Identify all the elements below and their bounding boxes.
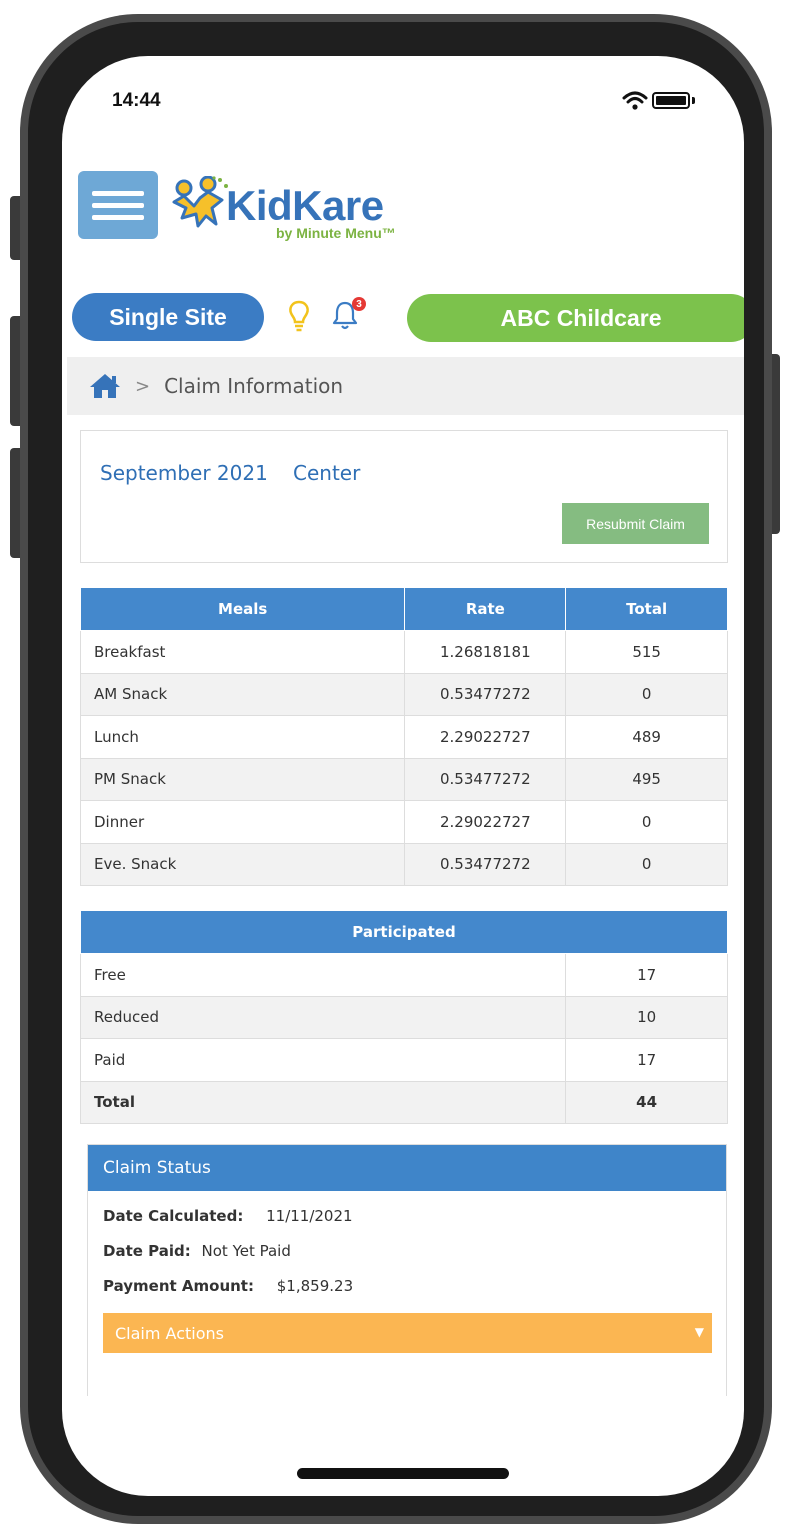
caret-down-icon: ▼ bbox=[694, 1325, 704, 1339]
participation-table-header: Participated bbox=[80, 910, 728, 954]
breadcrumb-separator: > bbox=[135, 375, 151, 397]
claim-type: Center bbox=[293, 461, 361, 485]
date-calculated-row: Date Calculated: 11/11/2021 bbox=[103, 1207, 353, 1225]
meal-rate: 2.29022727 bbox=[404, 715, 567, 759]
date-paid-label: Date Paid: bbox=[103, 1242, 191, 1260]
table-row: Breakfast 1.26818181 515 bbox=[79, 630, 728, 674]
claim-header-card: September 2021 Center Resubmit Claim bbox=[80, 430, 728, 563]
battery-icon bbox=[652, 92, 690, 109]
table-row: Paid 17 bbox=[79, 1038, 728, 1082]
column-header-meals: Meals bbox=[79, 587, 406, 631]
participation-category: Free bbox=[79, 953, 567, 997]
table-row: Reduced 10 bbox=[79, 995, 728, 1039]
claim-actions-dropdown[interactable]: Claim Actions ▼ bbox=[103, 1313, 712, 1353]
claim-status-title: Claim Status bbox=[88, 1145, 726, 1191]
status-time: 14:44 bbox=[112, 90, 161, 111]
phone-frame: 14:44 KidKare by Minute Menu™ Single Sit… bbox=[20, 14, 772, 1524]
date-calculated-label: Date Calculated: bbox=[103, 1207, 244, 1225]
participation-table: Participated Free 17 Reduced 10 Paid 17 … bbox=[79, 910, 728, 1124]
table-row: Lunch 2.29022727 489 bbox=[79, 715, 728, 759]
hamburger-menu-icon bbox=[92, 191, 144, 196]
participation-category: Paid bbox=[79, 1038, 567, 1082]
logo-tagline: by Minute Menu™ bbox=[276, 225, 396, 241]
battery-tip bbox=[692, 97, 695, 104]
meal-total: 515 bbox=[565, 630, 728, 674]
meal-name: AM Snack bbox=[79, 672, 406, 716]
center-selector-button[interactable]: ABC Childcare bbox=[407, 294, 744, 342]
meal-rate: 2.29022727 bbox=[404, 800, 567, 844]
meals-table: Meals Rate Total Breakfast 1.26818181 51… bbox=[79, 587, 728, 886]
date-paid-value: Not Yet Paid bbox=[201, 1242, 291, 1260]
meal-name: Lunch bbox=[79, 715, 406, 759]
participation-total-row: Total 44 bbox=[79, 1080, 728, 1124]
meals-table-header: Meals Rate Total bbox=[79, 587, 728, 631]
home-indicator[interactable] bbox=[297, 1468, 509, 1479]
date-paid-row: Date Paid: Not Yet Paid bbox=[103, 1242, 291, 1260]
meal-name: PM Snack bbox=[79, 757, 406, 801]
table-row: Eve. Snack 0.53477272 0 bbox=[79, 842, 728, 886]
column-header-rate: Rate bbox=[404, 587, 567, 631]
menu-button[interactable] bbox=[78, 171, 158, 239]
date-calculated-value: 11/11/2021 bbox=[266, 1207, 353, 1225]
table-row: PM Snack 0.53477272 495 bbox=[79, 757, 728, 801]
participation-count: 10 bbox=[565, 995, 728, 1039]
meal-total: 489 bbox=[565, 715, 728, 759]
lightbulb-icon[interactable] bbox=[288, 300, 310, 332]
meal-name: Eve. Snack bbox=[79, 842, 406, 886]
column-header-total: Total bbox=[565, 587, 728, 631]
meal-total: 0 bbox=[565, 800, 728, 844]
claim-status-panel: Claim Status Date Calculated: 11/11/2021… bbox=[87, 1144, 727, 1396]
home-icon[interactable] bbox=[89, 373, 121, 399]
meal-total: 0 bbox=[565, 842, 728, 886]
table-row: Dinner 2.29022727 0 bbox=[79, 800, 728, 844]
logo-kids-icon bbox=[172, 176, 228, 228]
meal-name: Dinner bbox=[79, 800, 406, 844]
meal-rate: 0.53477272 bbox=[404, 757, 567, 801]
claim-month: September 2021 bbox=[100, 461, 268, 485]
meal-rate: 0.53477272 bbox=[404, 842, 567, 886]
breadcrumb: > Claim Information bbox=[67, 357, 744, 415]
payment-amount-row: Payment Amount: $1,859.23 bbox=[103, 1277, 353, 1295]
kidkare-logo: KidKare by Minute Menu™ bbox=[170, 170, 410, 242]
hamburger-menu-icon-bar bbox=[92, 203, 144, 208]
meal-rate: 1.26818181 bbox=[404, 630, 567, 674]
meal-name: Breakfast bbox=[79, 630, 406, 674]
wifi-icon bbox=[622, 91, 648, 110]
resubmit-claim-button[interactable]: Resubmit Claim bbox=[562, 503, 709, 544]
site-selector-button[interactable]: Single Site bbox=[72, 293, 264, 341]
meal-total: 495 bbox=[565, 757, 728, 801]
participation-category: Reduced bbox=[79, 995, 567, 1039]
notification-badge: 3 bbox=[352, 297, 366, 311]
participation-count: 17 bbox=[565, 953, 728, 997]
column-header-participated: Participated bbox=[80, 910, 728, 954]
hamburger-menu-icon-bar bbox=[92, 215, 144, 220]
breadcrumb-current: Claim Information bbox=[164, 374, 344, 398]
payment-amount-label: Payment Amount: bbox=[103, 1277, 254, 1295]
meal-rate: 0.53477272 bbox=[404, 672, 567, 716]
meal-total: 0 bbox=[565, 672, 728, 716]
payment-amount-value: $1,859.23 bbox=[276, 1277, 354, 1295]
phone-bezel: 14:44 KidKare by Minute Menu™ Single Sit… bbox=[28, 22, 764, 1516]
participation-total-label: Total bbox=[79, 1080, 567, 1124]
logo-wordmark: KidKare bbox=[226, 182, 384, 229]
participation-count: 17 bbox=[565, 1038, 728, 1082]
table-row: Free 17 bbox=[79, 953, 728, 997]
participation-total-value: 44 bbox=[565, 1080, 728, 1124]
app-screen: 14:44 KidKare by Minute Menu™ Single Sit… bbox=[62, 56, 744, 1496]
claim-actions-label: Claim Actions bbox=[115, 1323, 224, 1343]
table-row: AM Snack 0.53477272 0 bbox=[79, 672, 728, 716]
